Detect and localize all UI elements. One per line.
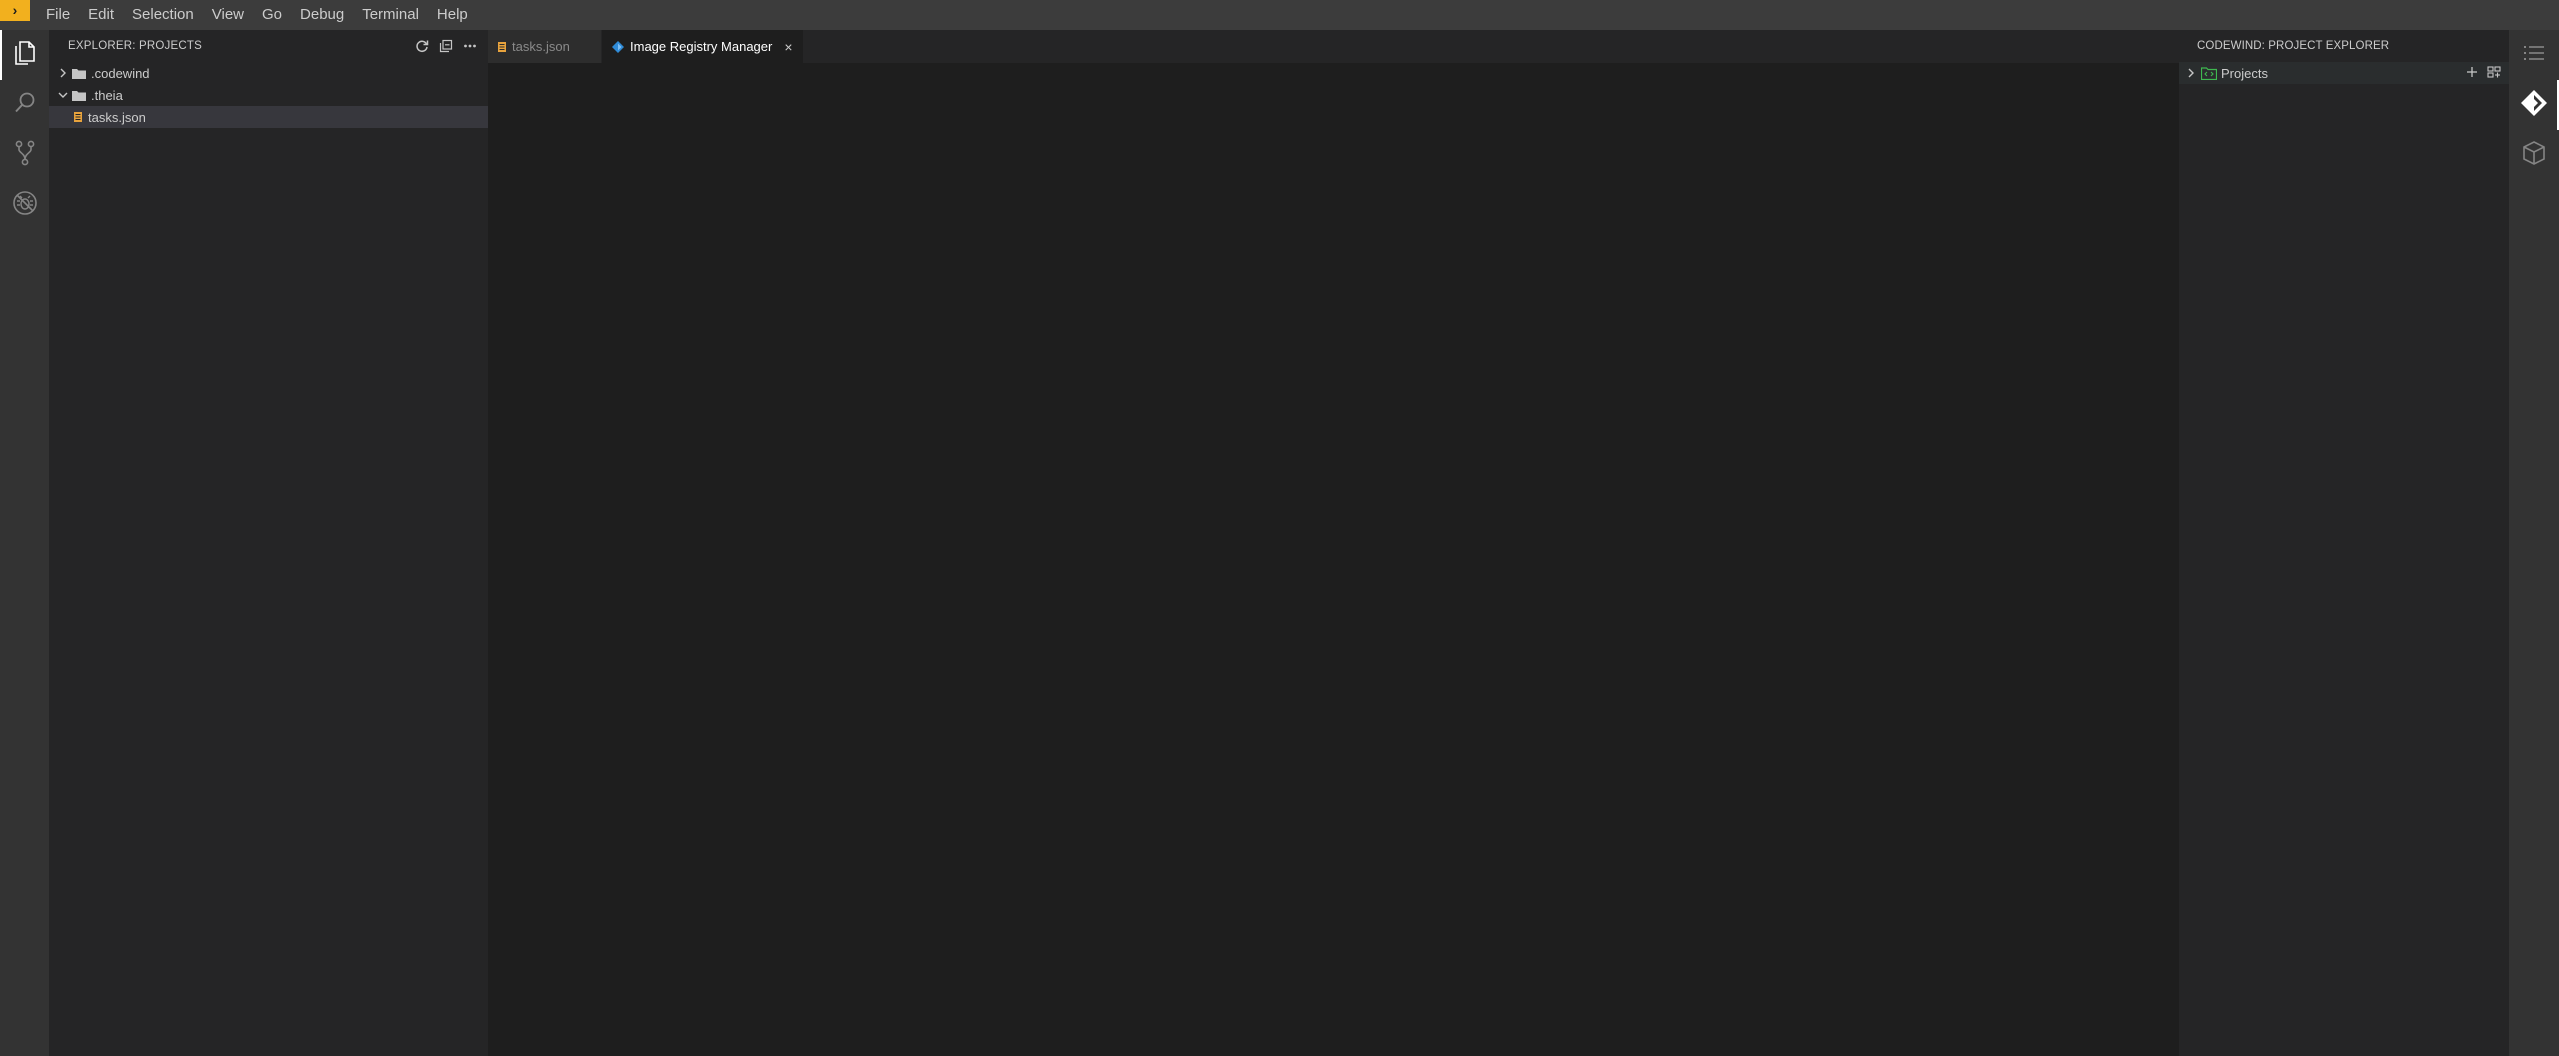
json-file-icon (73, 112, 83, 123)
projects-folder-icon (2201, 66, 2217, 80)
refresh-icon[interactable] (414, 38, 430, 54)
codewind-panel-title: CODEWIND: PROJECT EXPLORER (2197, 40, 2390, 52)
search-activity-button[interactable] (0, 80, 49, 130)
menu-edit[interactable]: Edit (79, 0, 123, 30)
chevron-right-icon[interactable] (55, 65, 71, 81)
editor-tab-bar: tasks.json Image Registry Manager × (488, 30, 2179, 63)
menu-debug[interactable]: Debug (291, 0, 353, 30)
tab-image-registry-manager[interactable]: Image Registry Manager × (602, 30, 804, 63)
codewind-activity-button[interactable] (2509, 80, 2559, 130)
close-icon[interactable]: × (784, 39, 792, 55)
folder-icon (71, 88, 87, 102)
registry-icon[interactable] (2487, 65, 2501, 81)
debug-activity-button[interactable] (0, 180, 49, 230)
codewind-panel: CODEWIND: PROJECT EXPLORER Projects (2179, 30, 2509, 1056)
right-activity-bar (2509, 30, 2559, 1056)
menu-help[interactable]: Help (428, 0, 477, 30)
menu-view[interactable]: View (203, 0, 253, 30)
containers-activity-button[interactable] (2509, 130, 2559, 180)
debug-icon (12, 190, 38, 221)
editor-content (488, 63, 2179, 1056)
tree-item-tasks-json[interactable]: tasks.json (49, 106, 488, 128)
tree-item-label: .codewind (91, 65, 150, 81)
add-icon[interactable] (2466, 66, 2478, 81)
app-logo-icon[interactable]: › (0, 0, 30, 21)
tree-item-label: tasks.json (88, 109, 146, 125)
tree-item-label: Projects (2221, 65, 2268, 81)
explorer-sidebar: EXPLORER: PROJECTS .codewind .theia task… (49, 30, 488, 1056)
activity-bar (0, 30, 49, 1056)
folder-icon (71, 66, 87, 80)
source-control-icon (13, 140, 37, 171)
tab-tasks-json[interactable]: tasks.json (488, 30, 602, 63)
explorer-header: EXPLORER: PROJECTS (49, 30, 488, 62)
tree-item-projects[interactable]: Projects (2179, 62, 2509, 84)
containers-icon (2521, 140, 2547, 171)
tree-item-theia-folder[interactable]: .theia (49, 84, 488, 106)
tab-label: tasks.json (512, 39, 570, 54)
search-icon (13, 91, 37, 120)
tab-label: Image Registry Manager (630, 39, 773, 54)
codewind-icon (2520, 89, 2548, 122)
chevron-down-icon[interactable] (55, 87, 71, 103)
outline-activity-button[interactable] (2509, 30, 2559, 80)
codewind-icon (612, 40, 624, 53)
tree-item-codewind-folder[interactable]: .codewind (49, 62, 488, 84)
explorer-title: EXPLORER: PROJECTS (68, 40, 202, 52)
json-file-icon (498, 41, 506, 52)
collapse-all-icon[interactable] (438, 38, 454, 54)
editor-area: tasks.json Image Registry Manager × (488, 30, 2179, 1056)
files-icon (13, 40, 37, 71)
menu-go[interactable]: Go (253, 0, 291, 30)
tree-item-label: .theia (91, 87, 123, 103)
more-icon[interactable] (462, 38, 478, 54)
menu-file[interactable]: File (37, 0, 79, 30)
menu-terminal[interactable]: Terminal (353, 0, 428, 30)
source-control-activity-button[interactable] (0, 130, 49, 180)
outline-icon (2523, 44, 2545, 67)
explorer-activity-button[interactable] (0, 30, 49, 80)
menu-bar: › File Edit Selection View Go Debug Term… (0, 0, 2559, 30)
chevron-right-icon[interactable] (2183, 65, 2199, 81)
menu-selection[interactable]: Selection (123, 0, 203, 30)
